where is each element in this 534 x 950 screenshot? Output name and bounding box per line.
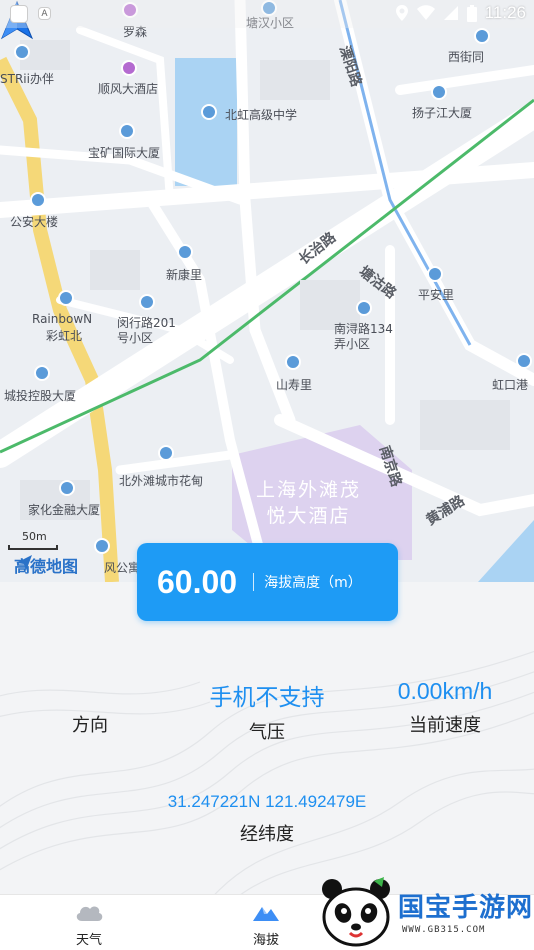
- watermark-url: WWW.GB315.COM: [402, 925, 486, 935]
- speed-value: 0.00km/h: [397, 678, 493, 704]
- map-label-chengtou: 城投控股大厦: [4, 389, 77, 403]
- map-logo: 高德地图: [14, 553, 78, 577]
- map-label-fenggong: 风公寓: [104, 561, 141, 575]
- poi-marker[interactable]: [427, 266, 443, 282]
- poi-marker[interactable]: [201, 104, 217, 120]
- map-label-beihong: 北虹高级中学: [225, 108, 298, 122]
- poi-marker[interactable]: [58, 290, 74, 306]
- scale-label: 50m: [22, 530, 47, 543]
- signal-icon: [443, 6, 458, 20]
- pressure-value: 手机不支持: [209, 684, 325, 710]
- coordinates-metric: 31.247221N 121.492479E 经纬度: [117, 792, 417, 846]
- altitude-divider: [253, 573, 255, 591]
- wifi-icon: [416, 5, 435, 20]
- direction-metric: 方向: [40, 678, 140, 737]
- coordinates-label: 经纬度: [240, 824, 294, 845]
- map-view[interactable]: 罗森 塘汉小区 溧阳路 西街同 STRii办伴 顺风大酒店 北虹高级中学 扬子江…: [0, 0, 534, 582]
- poi-marker[interactable]: [139, 294, 155, 310]
- notification-icon: [10, 5, 28, 23]
- amap-logo-icon: [16, 555, 32, 571]
- map-label-rainbow: RainbowN: [32, 312, 93, 326]
- site-watermark: 国宝手游网 WWW.GB315.COM: [318, 875, 534, 950]
- poi-marker[interactable]: [431, 84, 447, 100]
- poi-marker[interactable]: [14, 44, 30, 60]
- mountain-icon: [253, 907, 279, 921]
- watermark-text: 国宝手游网: [398, 893, 534, 923]
- battery-icon: [466, 4, 477, 22]
- map-label-shanshou: 山寿里: [276, 378, 313, 392]
- speed-metric: 0.00km/h 当前速度: [380, 678, 510, 737]
- tab-altitude[interactable]: 海拔: [226, 901, 306, 948]
- cloud-icon: [76, 906, 103, 921]
- tab-weather[interactable]: 天气: [49, 901, 129, 948]
- tab-altitude-label: 海拔: [252, 933, 279, 948]
- poi-marker[interactable]: [30, 192, 46, 208]
- map-label-xijie: 西街同: [448, 50, 485, 64]
- info-panel: 方向 手机不支持 气压 0.00km/h 当前速度 31.247221N 121…: [0, 582, 534, 894]
- altitude-value: 60.00: [157, 563, 238, 600]
- map-label-beiwaitan: 北外滩城市花甸: [119, 474, 204, 488]
- panda-logo-icon: [322, 877, 390, 947]
- location-pin-icon: [395, 5, 408, 21]
- altitude-card: 60.00 海拔高度（m）: [137, 543, 398, 621]
- poi-marker[interactable]: [119, 123, 135, 139]
- map-label-shunfeng: 顺风大酒店: [98, 82, 159, 96]
- map-label-xinkang: 新康里: [166, 268, 203, 282]
- poi-marker[interactable]: [121, 60, 137, 76]
- poi-marker[interactable]: [356, 300, 372, 316]
- scale-line: [8, 545, 58, 550]
- poi-marker[interactable]: [177, 244, 193, 260]
- poi-marker[interactable]: [474, 28, 490, 44]
- coordinates-value: 31.247221N 121.492479E: [167, 792, 367, 811]
- map-label-gongan: 公安大楼: [10, 215, 59, 229]
- status-time: 11:26: [484, 3, 526, 22]
- speed-label: 当前速度: [409, 715, 481, 736]
- poi-marker[interactable]: [34, 365, 50, 381]
- pressure-label: 气压: [249, 722, 285, 743]
- map-label-jiahua: 家化金融大厦: [28, 503, 101, 517]
- poi-marker[interactable]: [158, 445, 174, 461]
- map-label-pingan: 平安里: [418, 288, 455, 302]
- map-label-minhang: 闵行路201 号小区: [117, 316, 176, 345]
- poi-marker[interactable]: [59, 480, 75, 496]
- map-label-baoguang: 宝矿国际大厦: [88, 146, 161, 160]
- altitude-label: 海拔高度（m）: [264, 575, 362, 591]
- map-label-hotel: 上海外滩茂 悦大酒店: [256, 479, 362, 527]
- map-label-stri: STRii办伴: [0, 72, 54, 86]
- map-label-yangzijiang: 扬子江大厦: [412, 106, 473, 120]
- direction-label: 方向: [72, 715, 108, 736]
- map-label-nanxun: 南浔路134 弄小区: [334, 322, 393, 351]
- direction-value: [40, 678, 140, 705]
- poi-marker[interactable]: [285, 354, 301, 370]
- tab-weather-label: 天气: [75, 933, 102, 948]
- map-label-caihong: 彩虹北: [46, 329, 83, 343]
- poi-marker[interactable]: [94, 538, 110, 554]
- notification-a-icon: A: [38, 7, 51, 20]
- pressure-metric: 手机不支持 气压: [192, 678, 342, 744]
- poi-marker[interactable]: [516, 353, 532, 369]
- status-bar: A 11:26: [0, 0, 534, 28]
- map-label-hongkougang: 虹口港: [492, 378, 529, 392]
